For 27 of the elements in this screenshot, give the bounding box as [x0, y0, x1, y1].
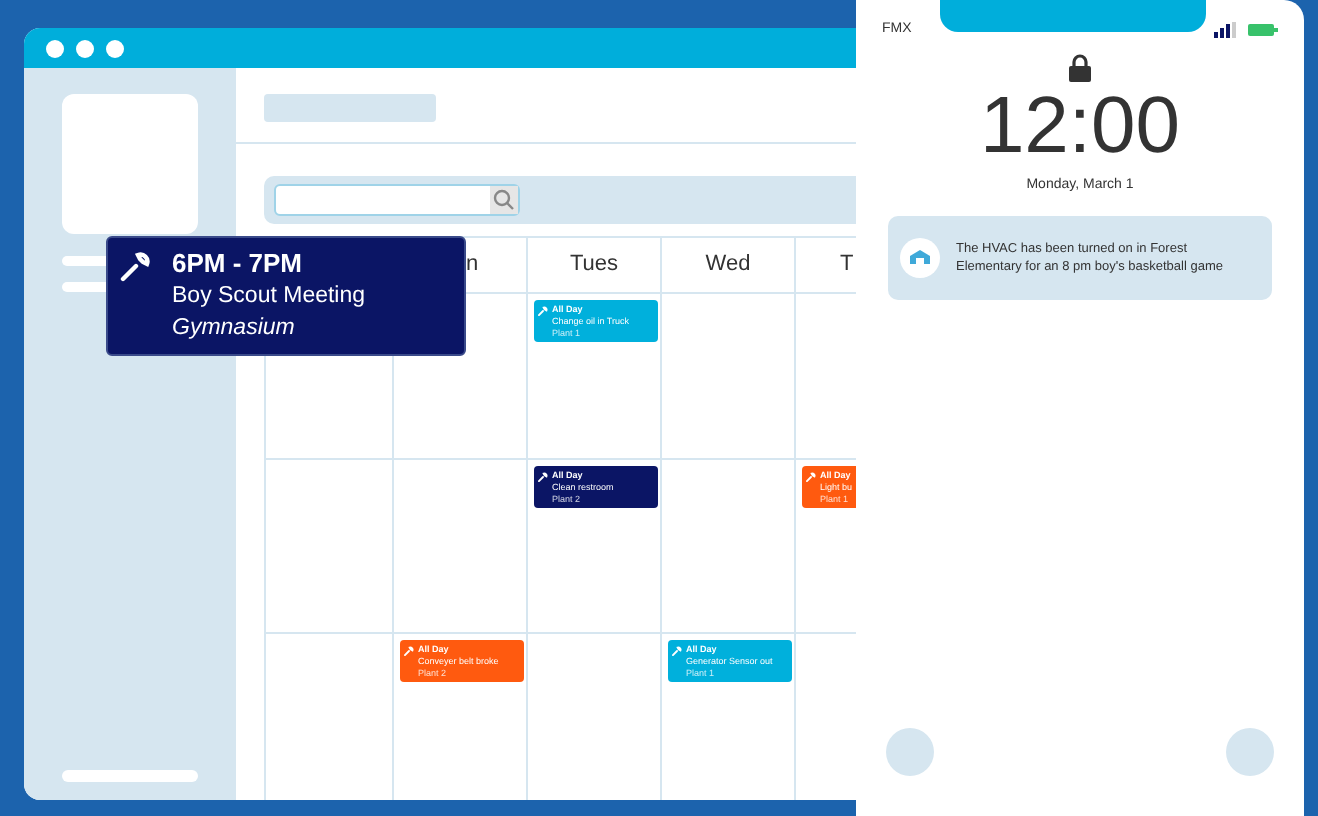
clock-time: 12:00 — [979, 81, 1181, 169]
wrench-icon — [538, 306, 548, 316]
event-location: Gymnasium — [172, 314, 297, 344]
day-header: T — [840, 250, 854, 281]
wrench-icon — [538, 472, 548, 482]
day-header: Wed — [705, 250, 751, 281]
camera-button[interactable] — [1226, 728, 1274, 776]
signal-icon — [1214, 22, 1236, 39]
building-icon — [900, 238, 940, 278]
event-time: 6PM - 7PM — [172, 248, 305, 280]
wrench-icon — [806, 472, 816, 482]
calendar-cell[interactable] — [266, 460, 394, 634]
event-title: Boy Scout Meeting — [172, 282, 366, 312]
search-icon[interactable] — [490, 186, 518, 214]
flashlight-button[interactable] — [886, 728, 934, 776]
search-field[interactable] — [274, 184, 520, 216]
wrench-icon — [672, 646, 682, 656]
wrench-icon — [404, 646, 414, 656]
calendar-cell[interactable] — [662, 294, 796, 460]
wrench-icon — [120, 250, 152, 282]
lock-icon — [1068, 53, 1092, 81]
day-header: Tues — [569, 250, 619, 281]
day-header: n — [466, 250, 479, 281]
calendar-cell[interactable] — [394, 460, 528, 634]
sidebar-card — [62, 94, 198, 234]
calendar-cell[interactable] — [662, 460, 796, 634]
battery-icon — [1248, 24, 1278, 37]
